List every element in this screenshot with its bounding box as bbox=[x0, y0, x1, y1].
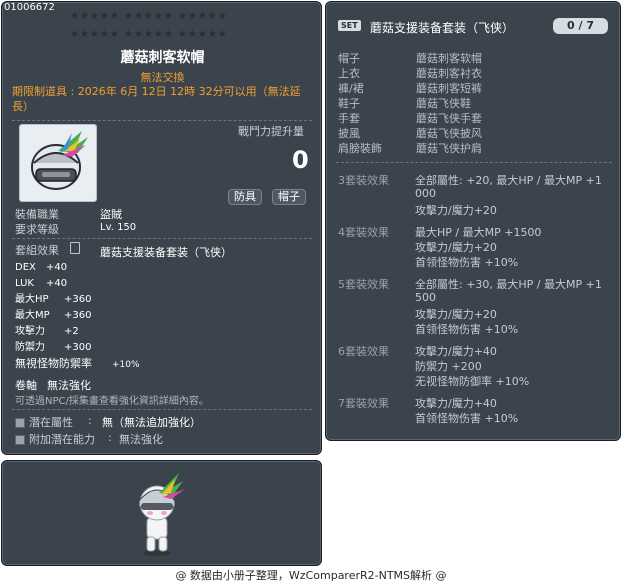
additional-label: 附加潛在能力 bbox=[29, 433, 95, 446]
stat-value: +40 bbox=[46, 278, 68, 289]
set-effect-3-line: 全部屬性: +20, 最大HP / 最大MP +1 bbox=[415, 174, 602, 187]
set-badge: SET bbox=[338, 20, 361, 31]
set-title: 蘑菇支援装备套装（飞侠） bbox=[370, 21, 515, 35]
star-force-row-2: ★★★★★ ★★★★★ ★★★★★ bbox=[70, 29, 228, 40]
level-value: Lv. 150 bbox=[100, 222, 137, 233]
set-part-slot: 手套 bbox=[338, 112, 360, 125]
stat-name: DEX bbox=[15, 262, 36, 273]
stat-name: 最大MP bbox=[15, 310, 50, 321]
item-name: 蘑菇刺客软帽 bbox=[120, 50, 205, 66]
set-part-name: 蘑菇飞侠鞋 bbox=[416, 97, 471, 110]
set-effect-7-line: 首领怪物伤害 +10% bbox=[415, 412, 519, 425]
set-part-name: 蘑菇刺客衬衣 bbox=[416, 67, 482, 80]
set-name: 蘑菇支援装备套装（飞侠） bbox=[100, 246, 232, 259]
set-effect-4-label: 4套裝效果 bbox=[338, 226, 389, 239]
avatar-preview-panel bbox=[1, 460, 322, 566]
set-effect-6-line: 攻擊力/魔力+40 bbox=[415, 345, 497, 358]
set-info-panel: SET 蘑菇支援装备套装（飞侠） 0 / 7 帽子 蘑菇刺客软帽 上衣 蘑菇刺客… bbox=[325, 1, 621, 441]
set-effect-3-line: 000 bbox=[415, 187, 436, 200]
set-effect-5-label: 5套裝效果 bbox=[338, 278, 389, 291]
set-effect-4-line: 攻擊力/魔力+20 bbox=[415, 241, 497, 254]
power-label: 戰鬥力提升量 bbox=[238, 125, 304, 138]
power-value: 0 bbox=[292, 146, 309, 174]
set-effect-5-line: 500 bbox=[415, 291, 436, 304]
stat-value: +40 bbox=[46, 262, 68, 273]
character-avatar-icon bbox=[138, 473, 185, 556]
set-part-name: 蘑菇飞侠护肩 bbox=[416, 142, 482, 155]
job-label: 裝備職業 bbox=[15, 208, 59, 221]
item-code: 01006672 bbox=[4, 2, 55, 13]
level-label: 要求等級 bbox=[15, 223, 59, 236]
star-force-row-1: ★★★★★ ★★★★★ ★★★★★ bbox=[70, 11, 228, 22]
set-count-badge: 0 / 7 bbox=[553, 18, 608, 34]
potential-row: 潛在屬性 bbox=[15, 414, 73, 430]
set-part-name: 蘑菇飞侠手套 bbox=[416, 112, 482, 125]
set-effect-4-line: 首领怪物伤害 +10% bbox=[415, 256, 519, 269]
additional-checkbox-icon bbox=[15, 435, 25, 445]
divider bbox=[12, 238, 312, 239]
additional-value: 無法強化 bbox=[119, 433, 163, 446]
tag-hat: 帽子 bbox=[272, 189, 306, 205]
set-effect-7-line: 攻擊力/魔力+40 bbox=[415, 397, 497, 410]
stat-value: +360 bbox=[64, 310, 92, 321]
set-part-slot: 褲/裙 bbox=[338, 82, 364, 95]
additional-row: 附加潛在能力 bbox=[15, 431, 95, 447]
npc-hint: 可透過NPC/採集畫查看強化資訊詳細內容。 bbox=[15, 396, 209, 407]
set-effect-7-label: 7套裝效果 bbox=[338, 397, 389, 410]
set-part-slot: 帽子 bbox=[338, 52, 360, 65]
stat-name: LUK bbox=[15, 278, 34, 289]
tag-armor: 防具 bbox=[228, 189, 262, 205]
stat-value: +300 bbox=[64, 342, 92, 353]
stat-name: 無視怪物防禦率 bbox=[15, 357, 92, 370]
set-effect-4-line: 最大HP / 最大MP +1500 bbox=[415, 226, 542, 239]
set-effect-5-line: 首领怪物伤害 +10% bbox=[415, 323, 519, 336]
set-part-name: 蘑菇刺客软帽 bbox=[416, 52, 482, 65]
set-effect-label: 套組效果 bbox=[15, 244, 59, 257]
item-tooltip-panel: 01006672 ★★★★★ ★★★★★ ★★★★★ ★★★★★ ★★★★★ ★… bbox=[1, 1, 322, 455]
set-part-name: 蘑菇刺客短裤 bbox=[416, 82, 482, 95]
scroll-label: 卷軸 bbox=[15, 379, 37, 392]
set-part-slot: 披風 bbox=[338, 127, 360, 140]
stat-name: 最大HP bbox=[15, 294, 49, 305]
potential-sep: : bbox=[88, 414, 92, 427]
divider bbox=[12, 120, 312, 121]
set-part-slot: 鞋子 bbox=[338, 97, 360, 110]
scroll-value: 無法強化 bbox=[47, 379, 91, 392]
set-effect-3-label: 3套裝效果 bbox=[338, 174, 389, 187]
set-part-slot: 上衣 bbox=[338, 67, 360, 80]
additional-sep: : bbox=[108, 431, 112, 444]
set-effect-5-line: 攻擊力/魔力+20 bbox=[415, 308, 497, 321]
stat-name: 防禦力 bbox=[15, 342, 45, 353]
expire-notice: 期限制道具 : 2026年 6月 12日 12時 32分可以用（無法延長） bbox=[12, 85, 301, 113]
divider bbox=[12, 409, 312, 410]
set-effect-6-line: 无视怪物防御率 +10% bbox=[415, 375, 530, 388]
set-effect-6-line: 防禦力 +200 bbox=[415, 360, 482, 373]
stat-value: +10% bbox=[112, 360, 140, 370]
trade-status: 無法交換 bbox=[140, 71, 185, 84]
potential-checkbox-icon bbox=[15, 418, 25, 428]
stat-value: +2 bbox=[64, 326, 79, 337]
divider bbox=[336, 162, 612, 163]
set-effect-5-line: 全部屬性: +30, 最大HP / 最大MP +1 bbox=[415, 278, 602, 291]
potential-value: 無（無法追加強化） bbox=[102, 416, 201, 429]
set-part-slot: 肩膀裝飾 bbox=[338, 142, 382, 155]
set-effect-3-line: 攻擊力/魔力+20 bbox=[415, 204, 497, 217]
stat-name: 攻擊力 bbox=[15, 326, 45, 337]
stat-value: +360 bbox=[64, 294, 92, 305]
item-icon-frame bbox=[19, 124, 97, 202]
potential-label: 潛在屬性 bbox=[29, 416, 73, 429]
set-part-name: 蘑菇飞侠披风 bbox=[416, 127, 482, 140]
mushroom-hat-icon bbox=[31, 131, 88, 190]
set-effect-6-label: 6套裝效果 bbox=[338, 345, 389, 358]
footer-credit: @ 数据由小册子整理，WzComparerR2-NTMS解析 @ bbox=[175, 569, 447, 582]
job-value: 盜賊 bbox=[100, 208, 122, 221]
lock-icon bbox=[70, 242, 80, 254]
